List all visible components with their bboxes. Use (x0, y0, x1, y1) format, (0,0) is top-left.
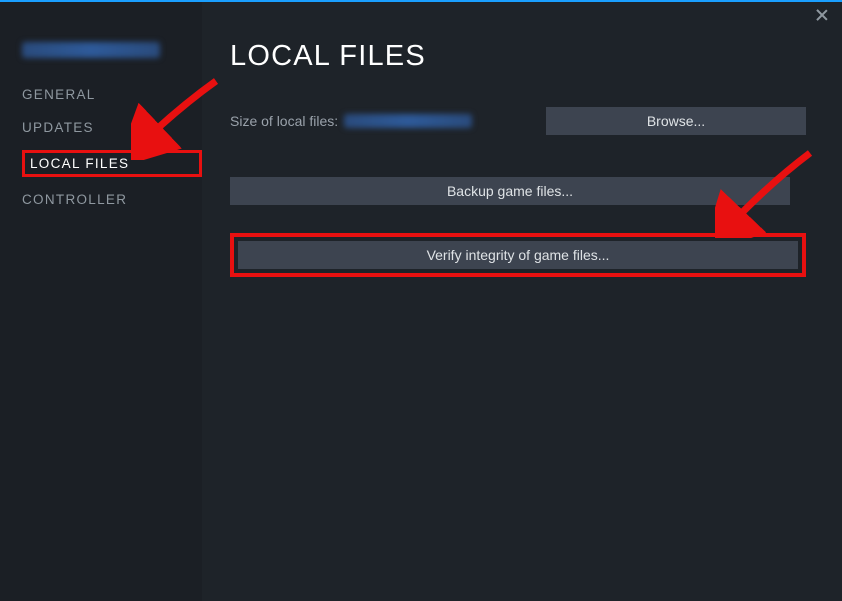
sidebar: GENERAL UPDATES LOCAL FILES CONTROLLER (0, 2, 202, 601)
close-icon[interactable] (814, 8, 830, 24)
size-value-redacted (344, 114, 472, 128)
sidebar-item-updates[interactable]: UPDATES (22, 117, 202, 138)
verify-button-label: Verify integrity of game files... (427, 247, 610, 263)
backup-button-label: Backup game files... (447, 183, 573, 199)
size-row: Size of local files: Browse... (230, 107, 806, 135)
verify-highlight-box: Verify integrity of game files... (230, 233, 806, 277)
content-container: GENERAL UPDATES LOCAL FILES CONTROLLER L… (0, 2, 842, 601)
sidebar-item-local-files[interactable]: LOCAL FILES (22, 150, 202, 177)
backup-button[interactable]: Backup game files... (230, 177, 790, 205)
sidebar-item-general[interactable]: GENERAL (22, 84, 202, 105)
game-title-redacted (22, 42, 160, 58)
verify-button[interactable]: Verify integrity of game files... (238, 241, 798, 269)
browse-button-label: Browse... (647, 113, 705, 129)
browse-button[interactable]: Browse... (546, 107, 806, 135)
sidebar-item-controller[interactable]: CONTROLLER (22, 189, 202, 210)
page-title: LOCAL FILES (230, 40, 806, 73)
size-label: Size of local files: (230, 113, 338, 129)
main-panel: LOCAL FILES Size of local files: Browse.… (202, 2, 842, 601)
